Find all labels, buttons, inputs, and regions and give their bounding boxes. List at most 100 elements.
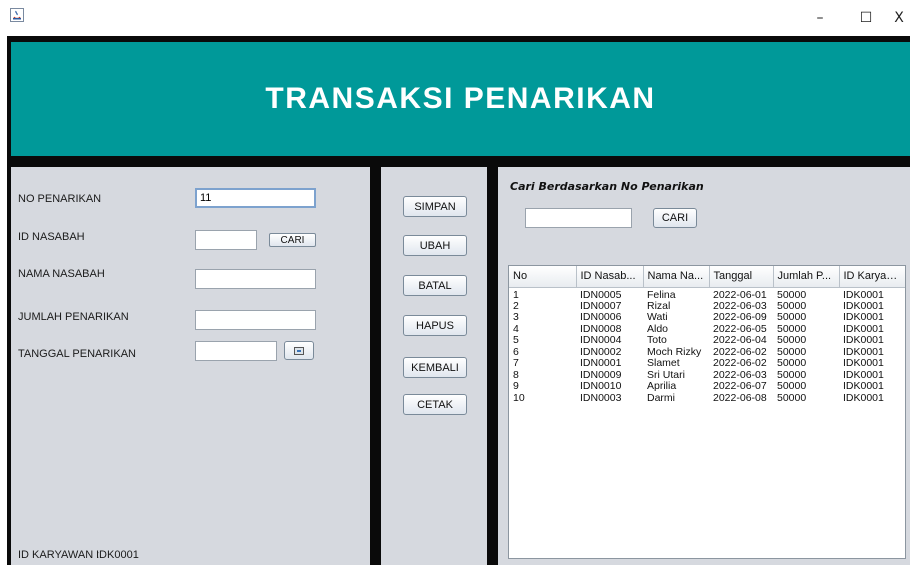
table-cell: 2022-06-03 [713,369,767,381]
table-row[interactable]: 1 IDN0005 Felina 2022-06-01 50000 IDK0001 [509,287,905,301]
table-cell: IDN0010 [580,381,622,393]
table-cell: 50000 [777,346,807,358]
table-cell: 50000 [777,335,807,347]
table-cell: Darmi [647,392,675,404]
simpan-button[interactable]: SIMPAN [403,196,467,217]
jumlah-penarikan-label: JUMLAH PENARIKAN [18,311,129,323]
table-row[interactable]: 4 IDN0008 Aldo 2022-06-05 50000 IDK0001 [509,323,905,336]
table-cell: 2022-06-01 [713,288,767,301]
table-row[interactable]: 10 IDN0003 Darmi 2022-06-08 50000 IDK0001 [509,392,905,405]
search-title: Cari Berdasarkan No Penarikan [510,180,704,193]
date-picker-button[interactable] [284,341,314,360]
table-cell: 50000 [777,392,807,404]
column-header[interactable]: No [509,266,577,288]
table-row[interactable]: 3 IDN0006 Wati 2022-06-09 50000 IDK0001 [509,312,905,324]
app-window: – ☐ X TRANSAKSI PENARIKAN NO PENARIKAN 1… [0,0,910,565]
table-cell: 4 [513,323,519,335]
jumlah-penarikan-field[interactable] [195,310,316,330]
nama-nasabah-field[interactable] [195,269,316,289]
table-cell: 2 [513,300,519,312]
table-cell: IDN0002 [580,346,622,358]
column-header[interactable]: ID Nasab... [576,266,644,288]
table-cell: 9 [513,381,519,393]
java-app-icon [10,8,24,22]
table-cell: 50000 [777,288,807,301]
table-cell: IDK0001 [843,312,884,324]
id-karyawan-label: ID KARYAWAN : [18,549,100,561]
cetak-button[interactable]: CETAK [403,394,467,415]
close-button[interactable]: X [888,4,910,32]
search-button[interactable]: CARI [653,208,697,228]
tanggal-penarikan-field[interactable] [195,341,277,361]
table-cell: Rizal [647,300,671,312]
cari-nasabah-button[interactable]: CARI [269,233,316,247]
table-cell: Sri Utari [647,369,685,381]
table-cell: IDN0008 [580,323,622,335]
table-cell: 7 [513,358,519,370]
ubah-button[interactable]: UBAH [403,235,467,256]
table-cell: 2022-06-03 [713,300,767,312]
table-cell: 2022-06-07 [713,381,767,393]
nama-nasabah-label: NAMA NASABAH [18,268,105,280]
minimize-button[interactable]: – [800,4,840,32]
table-cell: IDN0006 [580,312,622,324]
table-cell: IDK0001 [843,346,884,358]
table-row[interactable]: 6 IDN0002 Moch Rizky 2022-06-02 50000 IDK0001 [509,346,905,359]
no-penarikan-field[interactable]: 11 [195,188,316,208]
table-cell: 5 [513,335,519,347]
table-cell: IDK0001 [843,358,884,370]
table-cell: Toto [647,335,667,347]
table-cell: IDN0009 [580,369,622,381]
table-row[interactable]: 9 IDN0010 Aprilia 2022-06-07 50000 IDK0001 [509,381,905,393]
table-cell: 2022-06-04 [713,335,767,347]
table-cell: 50000 [777,323,807,335]
table-cell: IDK0001 [843,335,884,347]
table-cell: IDN0001 [580,358,622,370]
table-cell: IDK0001 [843,369,884,381]
table-cell: 10 [513,392,525,404]
batal-button[interactable]: BATAL [403,275,467,296]
table-row[interactable]: 2 IDN0007 Rizal 2022-06-03 50000 IDK0001 [509,300,905,313]
table-cell: Aldo [647,323,669,335]
table-cell: IDK0001 [843,300,884,312]
search-input[interactable] [525,208,632,228]
table-cell: 50000 [777,300,807,312]
table-cell: Slamet [647,358,680,370]
table-header-row: No ID Nasab... Nama Na... Tanggal Jumlah… [509,266,905,288]
table-cell: Wati [647,312,668,324]
table-cell: 50000 [777,381,807,393]
table-cell: IDK0001 [843,381,884,393]
id-nasabah-label: ID NASABAH [18,231,85,243]
penarikan-table: No ID Nasab... Nama Na... Tanggal Jumlah… [508,265,906,559]
table-cell: IDK0001 [843,392,884,404]
table-cell: 2022-06-02 [713,358,767,370]
table-cell: 1 [513,288,519,301]
table-cell: 50000 [777,358,807,370]
table-cell: IDN0003 [580,392,622,404]
table-row[interactable]: 5 IDN0004 Toto 2022-06-04 50000 IDK0001 [509,335,905,347]
table-row[interactable]: 8 IDN0009 Sri Utari 2022-06-03 50000 IDK0001 [509,369,905,382]
maximize-button[interactable]: ☐ [846,4,886,32]
table-cell: IDK0001 [843,323,884,335]
calendar-icon [294,346,304,355]
table-cell: 6 [513,346,519,358]
title-bar: – ☐ X [0,0,910,36]
table-cell: 50000 [777,312,807,324]
table-cell: 8 [513,369,519,381]
kembali-button[interactable]: KEMBALI [403,357,467,378]
table-row[interactable]: 7 IDN0001 Slamet 2022-06-02 50000 IDK0001 [509,358,905,370]
column-header[interactable]: Jumlah P... [773,266,840,288]
page-title: TRANSAKSI PENARIKAN [265,82,656,115]
column-header[interactable]: Nama Na... [643,266,710,288]
table-cell: 3 [513,312,519,324]
hapus-button[interactable]: HAPUS [403,315,467,336]
id-nasabah-field[interactable] [195,230,257,250]
table-cell: IDN0007 [580,300,622,312]
id-karyawan-value: IDK0001 [96,549,139,561]
form-panel [11,167,370,565]
no-penarikan-label: NO PENARIKAN [18,193,102,205]
table-cell: IDN0005 [580,288,622,301]
column-header[interactable]: ID Karyaw... [839,266,905,288]
column-header[interactable]: Tanggal [709,266,774,288]
table-cell: 2022-06-09 [713,312,767,324]
